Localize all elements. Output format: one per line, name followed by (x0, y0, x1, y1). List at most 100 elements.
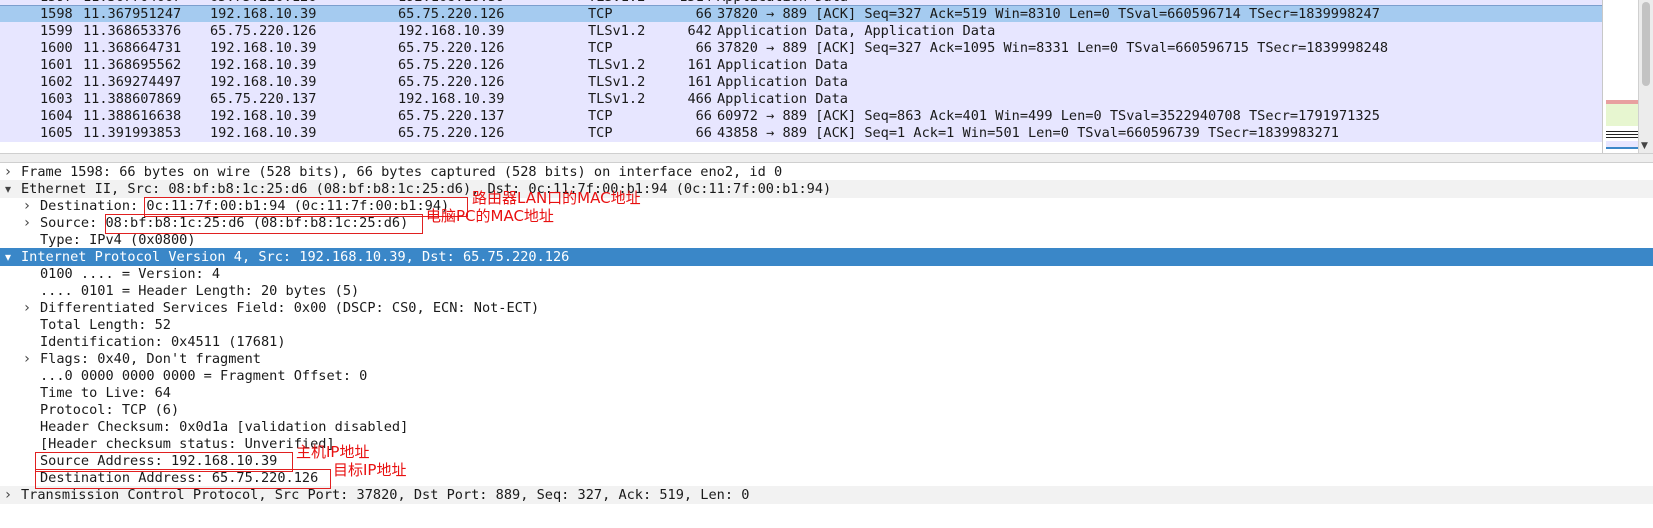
detail-text: Internet Protocol Version 4, Src: 192.16… (21, 249, 570, 265)
packet-length: 642 (687, 23, 712, 39)
packet-number: 1604 (40, 108, 73, 124)
packet-length: 66 (695, 125, 712, 141)
packet-row[interactable]: 1605 11.391993853 192.168.10.39 65.75.220.1… (0, 124, 1602, 142)
packet-number: 1605 (40, 125, 73, 141)
packet-destination: 65.75.220.126 (398, 6, 505, 22)
packet-row[interactable]: 1602 11.369274497 192.168.10.39 65.75.220.1… (0, 73, 1602, 91)
packet-row[interactable]: 1600 11.368664731 192.168.10.39 65.75.220.1… (0, 39, 1602, 57)
detail-text: Time to Live: 64 (40, 385, 171, 401)
packet-protocol: TCP (588, 6, 613, 22)
packet-row[interactable]: 1604 11.388616638 192.168.10.39 65.75.220.1… (0, 107, 1602, 125)
annotation-target-ip: 目标IP地址 (333, 461, 407, 479)
detail-field-row[interactable]: 0100 .... = Version: 4 (0, 265, 1653, 283)
packet-info: 37820 → 889 [ACK] Seq=327 Ack=1095 Win=8… (717, 40, 1389, 56)
detail-text: [Header checksum status: Unverified] (40, 436, 335, 452)
pane-splitter[interactable] (0, 153, 1653, 163)
packet-protocol: TCP (588, 108, 613, 124)
detail-text: Header Checksum: 0x0d1a [validation disa… (40, 419, 409, 435)
packet-source: 192.168.10.39 (210, 6, 317, 22)
packet-protocol: TLSv1.2 (588, 74, 646, 90)
packet-row[interactable]: 1603 11.388607869 65.75.220.137 192.168.10.… (0, 90, 1602, 108)
expand-arrow-icon[interactable]: › (21, 299, 33, 317)
packet-protocol: TLSv1.2 (588, 57, 646, 73)
detail-field-row[interactable]: Time to Live: 64 (0, 384, 1653, 402)
collapse-arrow-icon[interactable]: ▾ (2, 248, 14, 266)
detail-field-row[interactable]: › Flags: 0x40, Don't fragment (0, 350, 1653, 368)
packet-length: 466 (687, 91, 712, 107)
packet-destination: 65.75.220.126 (398, 40, 505, 56)
detail-text: ...0 0000 0000 0000 = Fragment Offset: 0 (40, 368, 368, 384)
highlight-source-mac (105, 214, 423, 234)
detail-protocol-row[interactable]: ▾ Ethernet II, Src: 08:bf:b8:1c:25:d6 (08… (0, 180, 1653, 198)
expand-arrow-icon[interactable]: › (21, 197, 33, 215)
packet-info: Application Data, Application Data (717, 23, 996, 39)
detail-protocol-row[interactable]: ▾ Internet Protocol Version 4, Src: 192.1… (0, 248, 1653, 266)
packet-destination: 192.168.10.39 (398, 23, 505, 39)
packet-length: 161 (687, 74, 712, 90)
packet-row[interactable]: 1599 11.368653376 65.75.220.126 192.168.10.… (0, 22, 1602, 40)
detail-text: .... 0101 = Header Length: 20 bytes (5) (40, 283, 360, 299)
detail-field-row[interactable]: Total Length: 52 (0, 316, 1653, 334)
packet-minimap[interactable] (1602, 0, 1639, 153)
packet-list-scrollbar[interactable]: ▼ (1638, 0, 1653, 153)
packet-protocol: TCP (588, 40, 613, 56)
highlight-destination-address (35, 469, 331, 489)
expand-arrow-icon[interactable]: › (21, 214, 33, 232)
packet-destination: 65.75.220.126 (398, 74, 505, 90)
scrollbar-thumb[interactable] (1642, 2, 1650, 86)
detail-field-row[interactable]: ...0 0000 0000 0000 = Fragment Offset: 0 (0, 367, 1653, 385)
packet-number: 1601 (40, 57, 73, 73)
packet-time: 11.391993853 (83, 125, 182, 141)
packet-protocol: TLSv1.2 (588, 23, 646, 39)
packet-length: 161 (687, 57, 712, 73)
collapse-arrow-icon[interactable]: ▾ (2, 180, 14, 198)
detail-text: Flags: 0x40, Don't fragment (40, 351, 261, 367)
detail-text: Total Length: 52 (40, 317, 171, 333)
packet-row[interactable]: 1598 11.367951247 192.168.10.39 65.75.220.1… (0, 5, 1602, 23)
packet-destination: 65.75.220.137 (398, 108, 505, 124)
detail-text: Protocol: TCP (6) (40, 402, 180, 418)
packet-source: 192.168.10.39 (210, 57, 317, 73)
annotation-pc-mac: 电脑PC的MAC地址 (426, 207, 554, 225)
detail-field-row[interactable]: Header Checksum: 0x0d1a [validation disa… (0, 418, 1653, 436)
detail-field-row[interactable]: [Header checksum status: Unverified] (0, 435, 1653, 453)
packet-source: 192.168.10.39 (210, 108, 317, 124)
packet-number: 1599 (40, 23, 73, 39)
packet-length: 66 (695, 40, 712, 56)
detail-field-row[interactable]: › Differentiated Services Field: 0x00 (DS… (0, 299, 1653, 317)
packet-row[interactable]: 1601 11.368695562 192.168.10.39 65.75.220.1… (0, 56, 1602, 74)
packet-number: 1602 (40, 74, 73, 90)
packet-protocol: TCP (588, 125, 613, 141)
scroll-down-arrow-icon[interactable]: ▼ (1641, 141, 1648, 151)
packet-info: Application Data (717, 57, 848, 73)
packet-time: 11.367951247 (83, 6, 182, 22)
packet-source: 192.168.10.39 (210, 40, 317, 56)
packet-number: 1603 (40, 91, 73, 107)
packet-info: 43858 → 889 [ACK] Seq=1 Ack=1 Win=501 Le… (717, 125, 1339, 141)
packet-info: Application Data (717, 74, 848, 90)
packet-source: 192.168.10.39 (210, 74, 317, 90)
annotation-host-ip: 主机IP地址 (296, 443, 370, 461)
packet-info: Application Data (717, 91, 848, 107)
detail-protocol-row[interactable]: › Frame 1598: 66 bytes on wire (528 bits)… (0, 163, 1653, 181)
expand-arrow-icon[interactable]: › (2, 486, 14, 504)
packet-time: 11.388616638 (83, 108, 182, 124)
packet-time: 11.368695562 (83, 57, 182, 73)
packet-length: 66 (695, 6, 712, 22)
packet-list[interactable]: 159711.36770466765.75.220.126192.168.10.… (0, 0, 1602, 153)
detail-text: Frame 1598: 66 bytes on wire (528 bits),… (21, 164, 783, 180)
packet-source: 65.75.220.126 (210, 23, 317, 39)
expand-arrow-icon[interactable]: › (2, 163, 14, 181)
packet-source: 192.168.10.39 (210, 125, 317, 141)
packet-destination: 65.75.220.126 (398, 125, 505, 141)
annotation-router-mac: 路由器LAN口的MAC地址 (472, 189, 641, 207)
packet-time: 11.388607869 (83, 91, 182, 107)
detail-text: 0100 .... = Version: 4 (40, 266, 221, 282)
packet-info: 37820 → 889 [ACK] Seq=327 Ack=519 Win=83… (717, 6, 1380, 22)
packet-time: 11.368664731 (83, 40, 182, 56)
packet-protocol: TLSv1.2 (588, 91, 646, 107)
detail-field-row[interactable]: Identification: 0x4511 (17681) (0, 333, 1653, 351)
detail-field-row[interactable]: Protocol: TCP (6) (0, 401, 1653, 419)
expand-arrow-icon[interactable]: › (21, 350, 33, 368)
detail-field-row[interactable]: .... 0101 = Header Length: 20 bytes (5) (0, 282, 1653, 300)
